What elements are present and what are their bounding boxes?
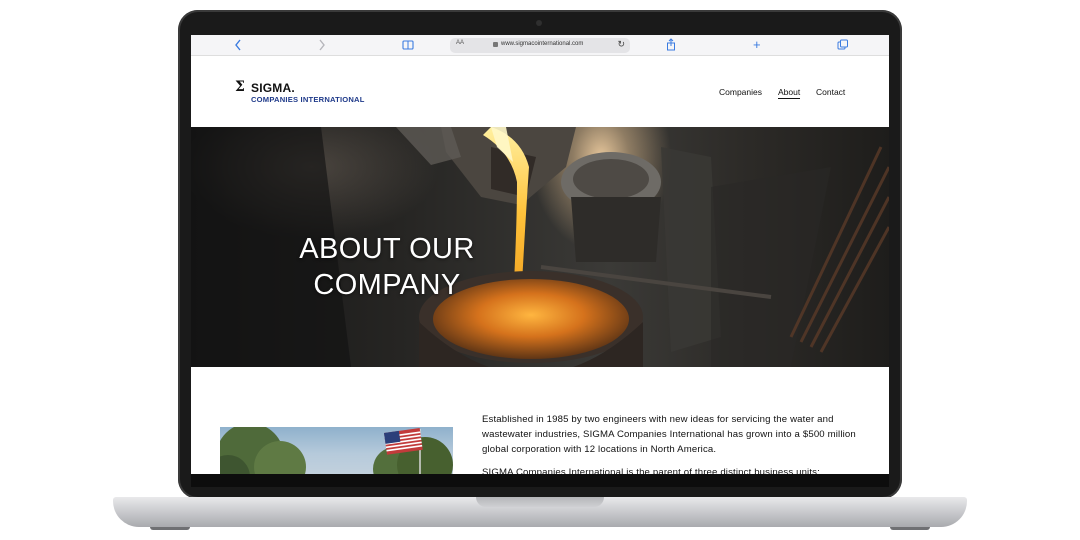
laptop-foot: [150, 527, 190, 530]
about-paragraph: SIGMA Companies International is the par…: [482, 467, 820, 474]
browser-screen: AA www.sigmacointernational.com ↻ + Σ SI…: [191, 35, 889, 474]
share-icon[interactable]: [666, 38, 676, 52]
address-bar[interactable]: AA www.sigmacointernational.com ↻: [450, 38, 630, 53]
lock-icon: [493, 42, 498, 47]
nav-about[interactable]: About: [778, 87, 801, 99]
nav-contact[interactable]: Contact: [816, 87, 845, 97]
laptop-notch: [476, 497, 604, 507]
reader-icon[interactable]: [402, 38, 414, 52]
hero-title: ABOUT OUR COMPANY: [287, 231, 487, 303]
reload-icon[interactable]: ↻: [617, 39, 625, 50]
hero-title-line: COMPANY: [313, 269, 461, 301]
browser-toolbar: AA www.sigmacointernational.com ↻ +: [191, 35, 889, 56]
logo-subtitle[interactable]: COMPANIES INTERNATIONAL: [251, 95, 365, 104]
new-tab-icon[interactable]: +: [753, 38, 761, 52]
url-text[interactable]: www.sigmacointernational.com: [501, 41, 583, 47]
logo-sigma-icon[interactable]: Σ: [235, 79, 245, 95]
logo-name[interactable]: SIGMA.: [251, 81, 295, 95]
flag-photo: [220, 427, 453, 474]
nav-companies[interactable]: Companies: [719, 87, 762, 97]
hero-banner: ABOUT OUR COMPANY: [191, 127, 889, 367]
laptop-foot: [890, 527, 930, 530]
back-icon[interactable]: [234, 38, 242, 52]
camera-icon: [536, 20, 542, 26]
forward-icon[interactable]: [318, 38, 326, 52]
about-paragraph: Established in 1985 by two engineers wit…: [482, 414, 856, 455]
text-size-button[interactable]: AA: [456, 40, 464, 46]
screen-bezel: [191, 474, 889, 487]
hero-title-line: ABOUT OUR: [299, 233, 475, 265]
tabs-icon[interactable]: [837, 38, 849, 52]
